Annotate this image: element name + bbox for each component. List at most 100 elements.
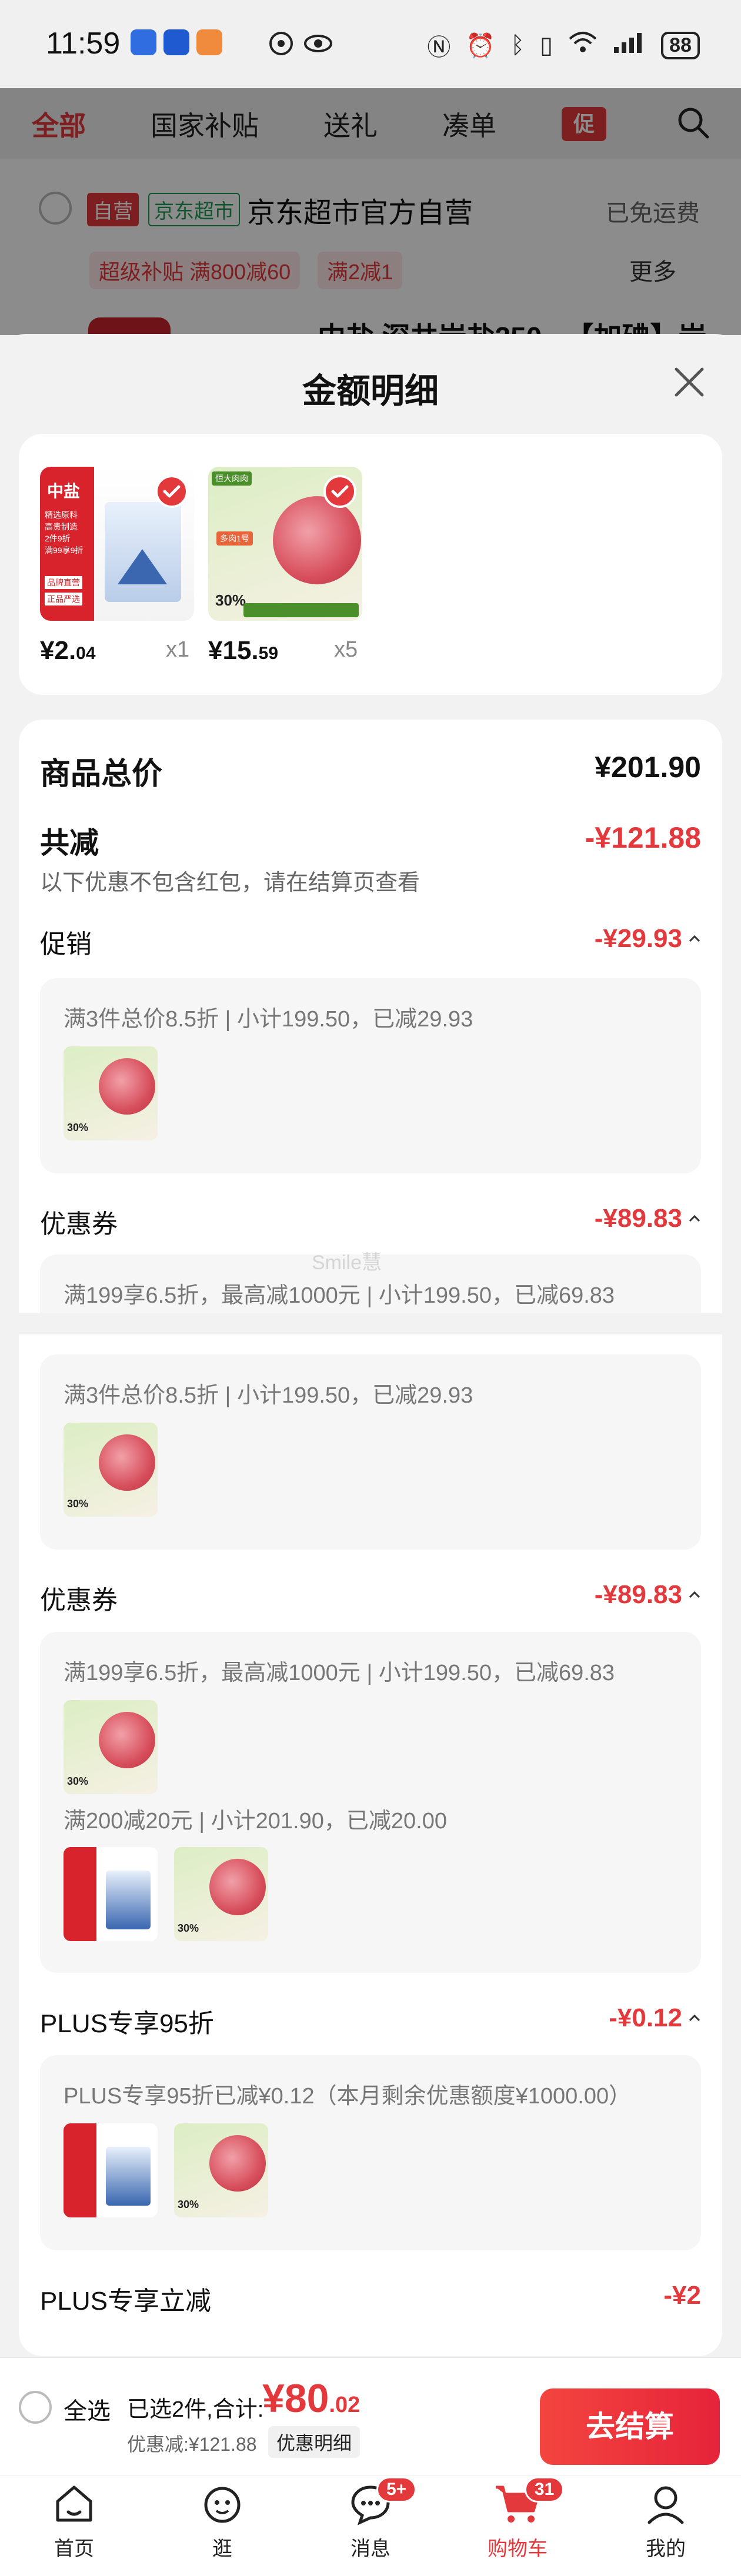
reduce-label: 共减 [40, 827, 99, 859]
salt-product-text: 满99享9折 [45, 546, 84, 555]
product-qty: x5 [334, 637, 358, 662]
total-amount: ¥80.02 [262, 2376, 361, 2421]
meat-product-text: 30% [67, 1498, 89, 1510]
total-price-value: ¥201.90 [595, 751, 701, 784]
meat-product-text: 30% [178, 2199, 199, 2210]
coupon-label: 优惠券 [40, 1210, 118, 1239]
nav-cart[interactable]: 购物车 31 [470, 2477, 565, 2561]
checkout-bar: 全选 已选2件,合计: ¥80.02 优惠减:¥121.88 优惠明细 去结算 [0, 2357, 741, 2475]
coupon-rule: 满199享6.5折，最高减1000元 | 小计199.50，已减69.83 [64, 1661, 615, 1685]
nav-home[interactable]: 首页 [27, 2481, 121, 2561]
discount-detail-button[interactable]: 优惠明细 [268, 2426, 361, 2458]
promotion-rule: 满3件总价8.5折 | 小计199.50，已减29.93 [64, 1383, 473, 1408]
product-thumb-meat: 30% [64, 1046, 158, 1140]
wifi-icon [568, 31, 598, 60]
salt-product-text: 2件9折 [45, 534, 71, 543]
promotion-value: -¥29.93 [594, 924, 682, 953]
focus-icon [268, 31, 294, 59]
coupon-rule: 满199享6.5折，最高减1000元 | 小计199.50，已减69.83 [64, 1283, 615, 1308]
plus-95-toggle[interactable]: -¥0.12 [609, 2003, 701, 2033]
selected-summary: 已选2件,合计: [127, 2397, 264, 2422]
product-image-meat[interactable]: 恒大肉肉 多肉1号 30% [208, 467, 362, 621]
promotion-toggle[interactable]: -¥29.93 [595, 924, 701, 954]
chevron-up-icon [689, 935, 700, 942]
selected-products-card: 中盐 精选原料 高贵制造 2件9折 满99享9折 品牌直营 正品严选 ¥2.04… [19, 434, 722, 695]
status-right: Ⓝ ⏰ ᛒ ▯ 88 [427, 28, 700, 62]
coupon-detail-box: 满199享6.5折，最高减1000元 | 小计199.50，已减69.83 30… [40, 1632, 701, 1973]
total-price-label: 商品总价 [40, 757, 163, 791]
salt-brand-logo: 中盐 [47, 482, 81, 500]
plus-95-value: -¥0.12 [609, 2003, 682, 2032]
promotion-rule: 满3件总价8.5折 | 小计199.50，已减29.93 [64, 1007, 473, 1032]
nav-mine[interactable]: 我的 [619, 2481, 713, 2561]
product-price: ¥15.59 [208, 636, 279, 665]
battery-indicator: 88 [661, 31, 700, 59]
salt-product-text: 精选原料 [45, 510, 78, 520]
watermark: Smile慧 [312, 1252, 382, 1274]
message-badge: 5+ [376, 2477, 417, 2503]
product-qty: x1 [166, 637, 190, 662]
amount-detail-sheet: 金额明细 中盐 精选原料 高贵制造 2件9折 满99享9折 品牌直营 正品严选 … [0, 334, 741, 2357]
meat-product-text: 30% [215, 591, 246, 609]
checkout-button[interactable]: 去结算 [540, 2388, 720, 2465]
cart-badge: 31 [525, 2477, 565, 2503]
salt-product-tag: 正品严选 [45, 593, 82, 605]
amount-breakdown-card: 商品总价 ¥201.90 共减 -¥121.88 以下优惠不包含红包，请在结算页… [0, 720, 741, 2356]
nav-label: 消息 [351, 2538, 390, 2560]
salt-product-text: 高贵制造 [45, 522, 78, 531]
salt-product-tag: 品牌直营 [45, 576, 82, 589]
chevron-up-icon [689, 2014, 700, 2022]
meat-product-text: 30% [67, 1775, 89, 1787]
vibrate-icon: ▯ [540, 32, 553, 58]
close-icon[interactable] [672, 364, 707, 400]
select-all-radio[interactable] [19, 2391, 52, 2424]
app-notification-icon [131, 29, 156, 55]
overlay-mask[interactable] [0, 88, 741, 335]
promotion-detail-box: 满3件总价8.5折 | 小计199.50，已减29.93 30% [40, 1354, 701, 1550]
promotion-detail-box: 满3件总价8.5折 | 小计199.50，已减29.93 30% [40, 978, 701, 1173]
app-notification-icon [196, 29, 222, 55]
product-thumb-meat: 30% [64, 1700, 158, 1794]
reduce-value: -¥121.88 [585, 821, 701, 854]
nav-browse[interactable]: 逛 [175, 2481, 269, 2561]
status-time: 11:59 [46, 26, 121, 61]
product-thumb-meat: 30% [64, 1423, 158, 1517]
coupon-value: -¥89.83 [594, 1580, 682, 1609]
browse-icon [204, 2487, 241, 2523]
coupon-toggle[interactable]: -¥89.83 [595, 1580, 701, 1610]
bluetooth-icon: ᛒ [510, 32, 525, 58]
app-notification-icon [163, 29, 189, 55]
meat-brand-logo: 恒大肉肉 [212, 471, 252, 486]
sheet-title: 金额明细 [302, 372, 439, 410]
home-icon [56, 2485, 92, 2522]
nav-messages[interactable]: 消息 5+ [323, 2477, 418, 2561]
coupon-label: 优惠券 [40, 1586, 118, 1615]
coupon-toggle[interactable]: -¥89.83 [595, 1204, 701, 1233]
product-thumb-salt [64, 1847, 158, 1941]
status-bar: 11:59 Ⓝ ⏰ ᛒ ▯ 88 [0, 0, 741, 88]
plus-reduce-value: -¥2 [663, 2281, 701, 2310]
selected-check-icon [155, 475, 188, 508]
plus-reduce-label: PLUS专享立减 [40, 2287, 211, 2316]
profile-icon [647, 2486, 684, 2524]
plus-95-rule: PLUS专享95折已减¥0.12（本月剩余优惠额度¥1000.00） [64, 2084, 632, 2109]
nfc-icon: Ⓝ [427, 35, 451, 61]
meat-product-text: 30% [67, 1122, 89, 1133]
eye-icon [303, 31, 333, 59]
meat-product-text: 多肉1号 [216, 531, 253, 546]
select-all-label[interactable]: 全选 [64, 2392, 111, 2426]
product-image-salt[interactable]: 中盐 精选原料 高贵制造 2件9折 满99享9折 品牌直营 正品严选 [40, 467, 194, 621]
plus-95-label: PLUS专享95折 [40, 2009, 214, 2038]
coupon-rule: 满200减20元 | 小计201.90，已减20.00 [64, 1809, 447, 1834]
nav-label: 购物车 [488, 2538, 548, 2560]
cell-signal-icon [613, 31, 646, 60]
meat-product-text: 30% [178, 1922, 199, 1934]
nav-label: 首页 [54, 2538, 94, 2560]
selected-check-icon [323, 475, 356, 508]
promotion-label: 促销 [40, 930, 92, 959]
chevron-up-icon [689, 1215, 700, 1222]
product-thumb-meat: 30% [174, 2123, 268, 2217]
coupon-value: -¥89.83 [594, 1204, 682, 1233]
meat-bowl-art [273, 496, 361, 584]
chevron-up-icon [689, 1591, 700, 1598]
